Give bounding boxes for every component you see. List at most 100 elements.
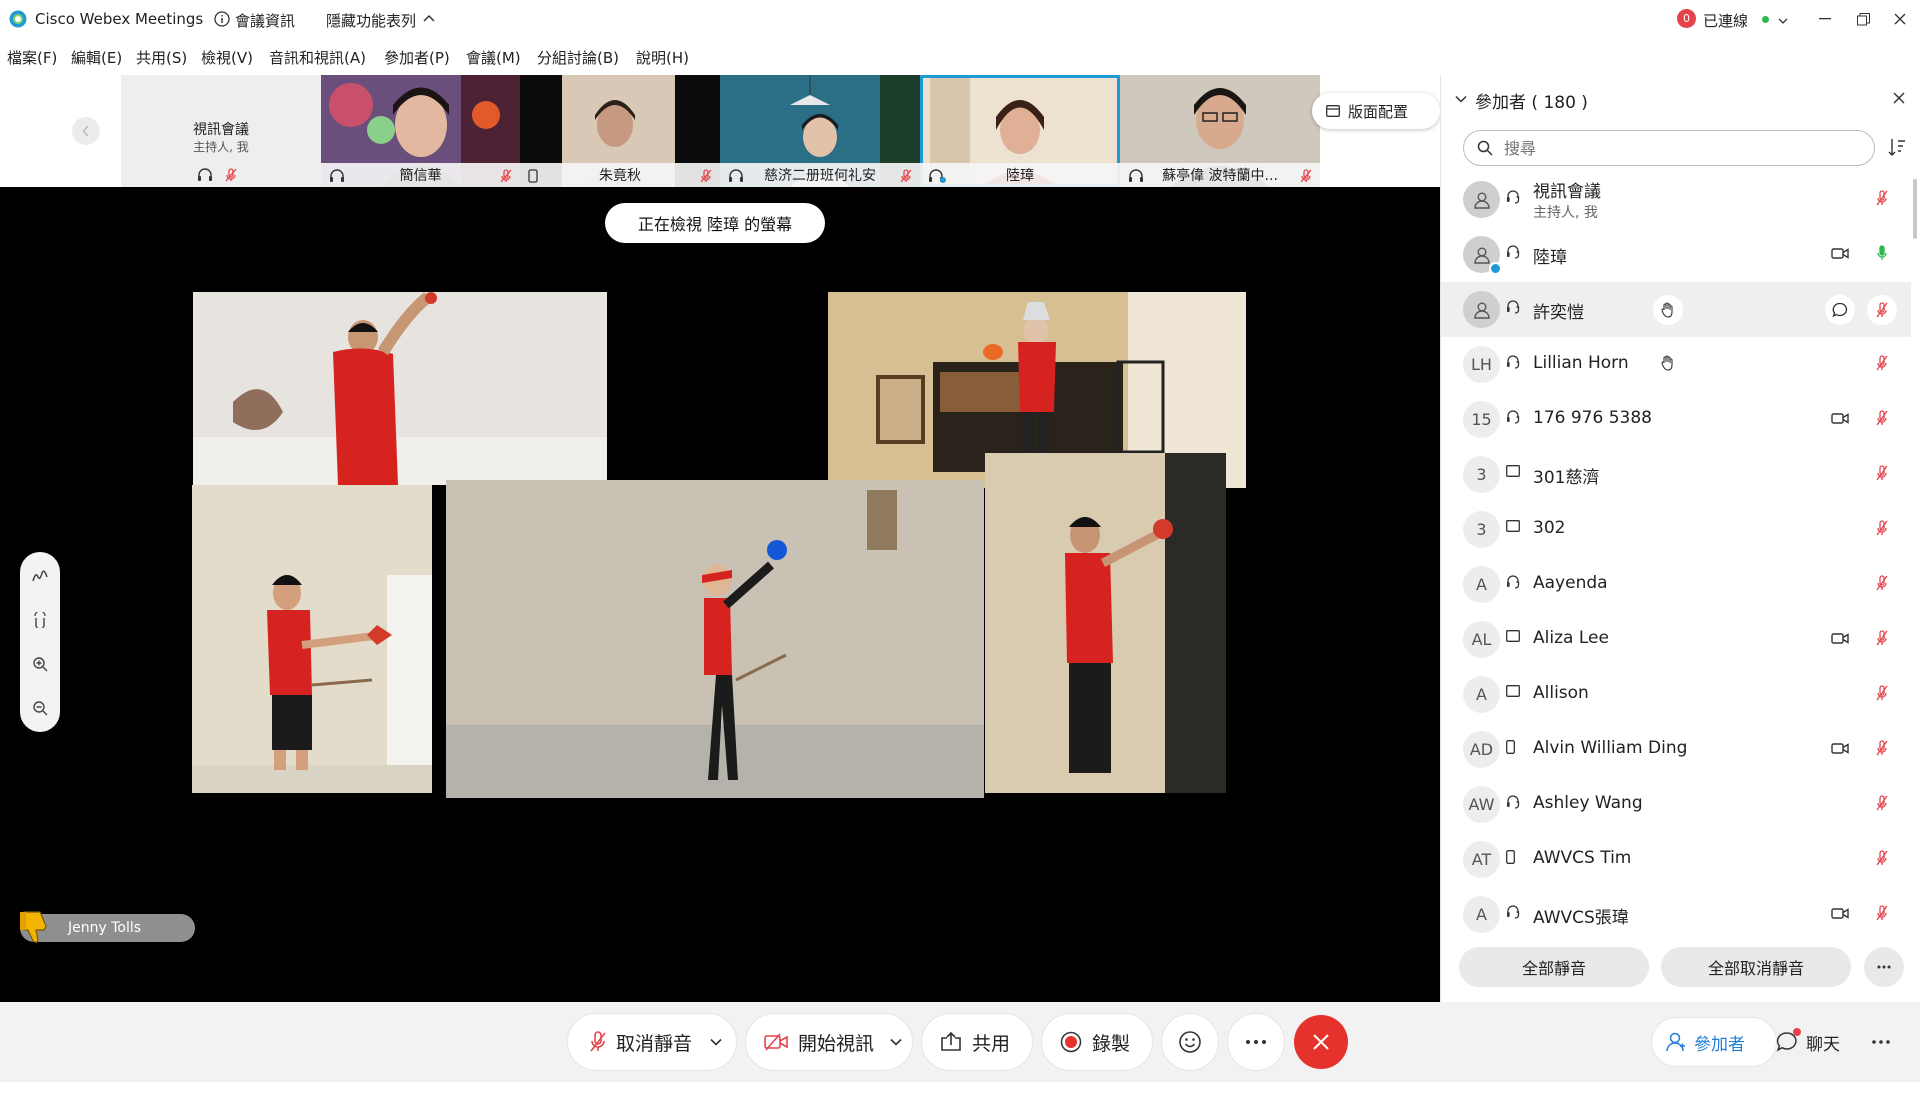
mic-muted-icon[interactable] <box>1876 410 1888 426</box>
reactions-button[interactable] <box>1162 1014 1218 1070</box>
menu-share[interactable]: 共用(S) <box>136 47 187 68</box>
chat-bubble-icon[interactable] <box>1825 295 1855 325</box>
start-video-button[interactable]: 開始視訊 <box>746 1014 912 1070</box>
video-tile-5[interactable]: 蘇亭偉 波特蘭中... <box>1120 75 1320 187</box>
phone-icon <box>528 169 538 183</box>
close-panel-icon[interactable] <box>1893 92 1905 104</box>
filmstrip-prev-button[interactable] <box>72 117 100 145</box>
zoom-in-icon[interactable] <box>30 654 50 674</box>
menu-participants[interactable]: 參加者(P) <box>384 47 450 68</box>
chat-tab[interactable]: 聊天 <box>1776 1018 1866 1066</box>
participant-row[interactable]: 3 301慈濟 <box>1441 447 1911 502</box>
menu-audio-video[interactable]: 音訊和視訊(A) <box>269 47 366 68</box>
raise-hand-icon[interactable] <box>1661 355 1675 371</box>
video-tile-1[interactable]: 簡信華 <box>321 75 520 187</box>
headset-icon <box>197 168 213 182</box>
participant-row[interactable]: 3 302 <box>1441 502 1911 557</box>
participant-row[interactable]: A Aayenda <box>1441 557 1911 612</box>
mic-muted-icon[interactable] <box>1876 740 1888 756</box>
info-icon[interactable] <box>214 11 230 27</box>
presenter-badge-icon <box>1489 262 1502 275</box>
participant-row[interactable]: 視訊會議 主持人, 我 <box>1441 172 1911 227</box>
mic-muted-icon[interactable] <box>1876 795 1888 811</box>
panel-more-button[interactable] <box>1866 1030 1896 1054</box>
notification-badge[interactable]: 0 <box>1677 9 1696 28</box>
video-tile-2[interactable]: 朱竟秋 <box>520 75 720 187</box>
mic-muted-icon[interactable] <box>1867 295 1897 325</box>
mic-muted-icon[interactable] <box>1876 630 1888 646</box>
participant-search[interactable] <box>1463 130 1875 166</box>
share-button[interactable]: 共用 <box>922 1014 1032 1070</box>
sort-icon[interactable] <box>1887 137 1907 157</box>
participant-row[interactable]: 15 176 976 5388 <box>1441 392 1911 447</box>
meeting-controls-bar: 取消靜音 開始視訊 共用 錄製 參加者 聊天 <box>0 1002 1920 1082</box>
video-tile-3[interactable]: 慈济二册班何礼安 <box>720 75 920 187</box>
panel-scrollbar[interactable] <box>1913 179 1917 239</box>
reaction-user-name: Jenny Tolls <box>68 920 142 936</box>
unmute-label: 取消靜音 <box>616 1032 693 1055</box>
remote-control-icon[interactable] <box>30 610 50 630</box>
participant-row[interactable]: AD Alvin William Ding <box>1441 722 1911 777</box>
more-icon <box>1246 1040 1266 1044</box>
video-chevron-icon[interactable] <box>890 1038 902 1046</box>
mic-muted-icon[interactable] <box>1876 850 1888 866</box>
mute-all-button[interactable]: 全部靜音 <box>1459 947 1649 987</box>
meeting-info-button[interactable]: 會議資訊 <box>235 10 295 31</box>
video-tile-host[interactable]: 視訊會議 主持人, 我 <box>121 75 321 187</box>
menu-file[interactable]: 檔案(F) <box>7 47 57 68</box>
menu-meeting[interactable]: 會議(M) <box>466 47 521 68</box>
participant-row[interactable]: AT AWVCS Tim <box>1441 832 1911 887</box>
mic-muted-icon[interactable] <box>1876 190 1888 206</box>
search-input[interactable] <box>1504 137 1864 159</box>
participant-name: 301慈濟 <box>1533 468 1600 488</box>
mic-muted-icon[interactable] <box>1876 465 1888 481</box>
mic-active-icon[interactable] <box>1876 245 1888 261</box>
menu-help[interactable]: 說明(H) <box>636 47 689 68</box>
avatar: A <box>1463 676 1500 713</box>
mic-muted-icon[interactable] <box>1876 685 1888 701</box>
more-options-button[interactable] <box>1228 1014 1284 1070</box>
participant-row[interactable]: AW Ashley Wang <box>1441 777 1911 832</box>
participant-row[interactable]: 許奕愷 <box>1441 282 1911 337</box>
mic-muted-icon[interactable] <box>1876 520 1888 536</box>
video-tile-4-active[interactable]: 陸璋 <box>920 75 1120 187</box>
mic-muted-icon[interactable] <box>1876 575 1888 591</box>
raise-hand-icon[interactable] <box>1653 295 1683 325</box>
video-camera-icon <box>1831 907 1849 920</box>
leave-meeting-button[interactable] <box>1294 1015 1348 1069</box>
chevron-up-icon[interactable] <box>423 13 435 23</box>
mic-muted-icon[interactable] <box>1876 355 1888 371</box>
headset-active-icon <box>928 169 946 183</box>
headset-icon <box>329 169 345 183</box>
collapse-chevron-icon[interactable] <box>1455 95 1467 103</box>
zoom-out-icon[interactable] <box>30 698 50 718</box>
minimize-button[interactable] <box>1810 6 1840 32</box>
hide-menu-button[interactable]: 隱藏功能表列 <box>326 10 416 31</box>
status-chevron-icon[interactable] <box>1778 18 1788 24</box>
screen-icon <box>1506 630 1520 642</box>
participant-row[interactable]: AL Aliza Lee <box>1441 612 1911 667</box>
annotate-pen-icon[interactable] <box>30 566 50 586</box>
participant-row[interactable]: 陸璋 <box>1441 227 1911 282</box>
layout-button[interactable]: 版面配置 <box>1312 93 1440 129</box>
unmute-chevron-icon[interactable] <box>710 1038 722 1046</box>
menu-edit[interactable]: 編輯(E) <box>71 47 122 68</box>
menu-breakout[interactable]: 分組討論(B) <box>537 47 619 68</box>
restore-button[interactable] <box>1848 6 1878 32</box>
participants-tab[interactable]: 參加者 <box>1652 1018 1776 1066</box>
shared-screen-stage[interactable]: 正在檢視 陸璋 的螢幕 Jenny Tolls <box>0 187 1440 1002</box>
person-icon <box>1666 1032 1686 1052</box>
participant-row[interactable]: A Allison <box>1441 667 1911 722</box>
panel-options-button[interactable] <box>1864 947 1904 987</box>
connection-status[interactable]: 已連線 <box>1703 10 1748 31</box>
record-icon <box>1060 1031 1082 1053</box>
participant-row[interactable]: A AWVCS張瑋 <box>1441 887 1911 942</box>
unmute-button[interactable]: 取消靜音 <box>568 1014 736 1070</box>
participant-row[interactable]: LH Lillian Horn <box>1441 337 1911 392</box>
unmute-all-button[interactable]: 全部取消靜音 <box>1661 947 1851 987</box>
headset-icon <box>1506 905 1520 919</box>
mic-muted-icon[interactable] <box>1876 905 1888 921</box>
record-button[interactable]: 錄製 <box>1042 1014 1152 1070</box>
close-window-button[interactable] <box>1885 6 1915 32</box>
menu-view[interactable]: 檢視(V) <box>201 47 253 68</box>
